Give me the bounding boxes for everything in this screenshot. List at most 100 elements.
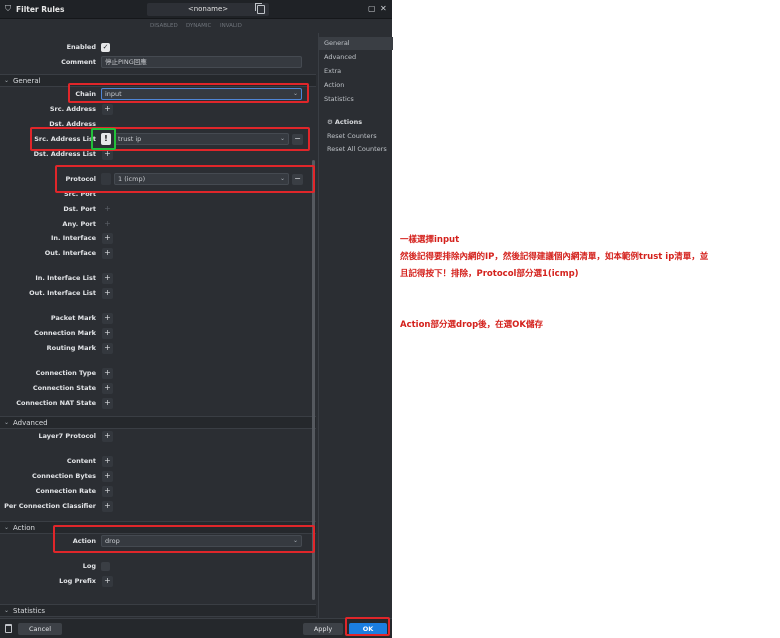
layer7-row: Layer7 Protocol + <box>0 430 316 444</box>
content-label: Content <box>66 457 96 465</box>
out-interface-list-row: Out. Interface List + <box>0 287 316 301</box>
connection-type-label: Connection Type <box>35 369 96 377</box>
copy-icon[interactable] <box>255 3 265 14</box>
highlight-protocol <box>55 165 315 193</box>
rule-name: <noname> <box>187 5 229 13</box>
add-content-button[interactable]: + <box>102 456 113 467</box>
actions-icon: ⚙ <box>327 118 333 126</box>
section-statistics[interactable]: ⌄ Statistics <box>0 604 316 617</box>
title-bar: ⛉ Filter Rules <noname> ▢ ✕ <box>0 0 392 19</box>
comment-label: Comment <box>61 58 96 66</box>
status-disabled: DISABLED <box>150 23 178 29</box>
section-statistics-title: Statistics <box>13 607 45 615</box>
add-per-connection-classifier-button[interactable]: + <box>102 501 113 512</box>
section-general-title: General <box>13 77 41 85</box>
enabled-checkbox[interactable]: ✓ <box>101 43 110 52</box>
per-connection-classifier-row: Per Connection Classifier + <box>0 500 316 514</box>
filter-icon: ⛉ <box>5 4 11 13</box>
cancel-button[interactable]: Cancel <box>18 623 62 635</box>
any-port-row: Any. Port + <box>0 218 316 232</box>
packet-mark-row: Packet Mark + <box>0 312 316 326</box>
enabled-label: Enabled <box>66 43 96 51</box>
log-label: Log <box>82 562 96 570</box>
connection-rate-label: Connection Rate <box>35 487 96 495</box>
log-checkbox[interactable] <box>101 562 110 571</box>
add-connection-rate-button[interactable]: + <box>102 486 113 497</box>
out-interface-label: Out. Interface <box>44 249 96 257</box>
enabled-row: Enabled ✓ <box>0 41 316 55</box>
add-routing-mark-button[interactable]: + <box>102 343 113 354</box>
log-row: Log <box>0 560 316 574</box>
section-action-title: Action <box>13 524 35 532</box>
dst-port-label: Dst. Port <box>63 205 96 213</box>
in-interface-row: In. Interface + <box>0 232 316 246</box>
connection-bytes-label: Connection Bytes <box>31 472 96 480</box>
annotation-line-2: 然後記得要排除內網的IP，然後記得建議個內網清單，如本範例trust ip清單，… <box>400 252 709 262</box>
connection-state-label: Connection State <box>32 384 96 392</box>
add-connection-mark-button[interactable]: + <box>102 328 113 339</box>
sidebar-item-general[interactable]: General <box>319 37 393 50</box>
comment-field[interactable]: 停止PING回應 <box>101 56 302 68</box>
close-icon[interactable]: ✕ <box>380 4 387 13</box>
annotation-line-4: Action部分選drop後，在選OK儲存 <box>400 320 543 330</box>
annotation-line-1: 一樣選擇input <box>400 235 460 245</box>
add-any-port-button[interactable]: + <box>102 219 113 230</box>
add-src-address-button[interactable]: + <box>102 104 113 115</box>
sidebar-item-statistics[interactable]: Statistics <box>319 93 393 106</box>
chevron-down-icon: ⌄ <box>4 607 10 614</box>
sidebar-item-advanced[interactable]: Advanced <box>319 51 393 64</box>
comment-row: Comment 停止PING回應 <box>0 56 316 70</box>
rule-name-field[interactable]: <noname> <box>147 3 269 16</box>
sidebar: General Advanced Extra Action Statistics… <box>318 33 393 618</box>
reset-counters-link[interactable]: Reset Counters <box>327 132 377 140</box>
in-interface-label: In. Interface <box>50 234 96 242</box>
highlight-action <box>53 525 315 553</box>
in-interface-list-label: In. Interface List <box>35 274 96 282</box>
add-connection-bytes-button[interactable]: + <box>102 471 113 482</box>
add-connection-type-button[interactable]: + <box>102 368 113 379</box>
dst-address-list-label: Dst. Address List <box>33 150 96 158</box>
section-advanced-title: Advanced <box>13 419 48 427</box>
connection-mark-row: Connection Mark + <box>0 327 316 341</box>
src-address-row: Src. Address + <box>0 103 316 117</box>
actions-header: ⚙ Actions <box>327 118 362 126</box>
in-interface-list-row: In. Interface List + <box>0 272 316 286</box>
layer7-label: Layer7 Protocol <box>38 432 96 440</box>
log-prefix-label: Log Prefix <box>59 577 96 585</box>
connection-bytes-row: Connection Bytes + <box>0 470 316 484</box>
comment-value: 停止PING回應 <box>105 58 147 66</box>
sidebar-item-action[interactable]: Action <box>319 79 393 92</box>
add-in-interface-list-button[interactable]: + <box>102 273 113 284</box>
connection-nat-state-label: Connection NAT State <box>16 399 96 407</box>
out-interface-row: Out. Interface + <box>0 247 316 261</box>
add-packet-mark-button[interactable]: + <box>102 313 113 324</box>
content-row: Content + <box>0 455 316 469</box>
any-port-label: Any. Port <box>62 220 96 228</box>
out-interface-list-label: Out. Interface List <box>29 289 96 297</box>
chevron-down-icon: ⌄ <box>4 419 10 426</box>
dst-port-row: Dst. Port + <box>0 203 316 217</box>
add-log-prefix-button[interactable]: + <box>102 576 113 587</box>
add-in-interface-button[interactable]: + <box>102 233 113 244</box>
status-invalid: INVALID <box>220 23 242 29</box>
reset-all-counters-link[interactable]: Reset All Counters <box>327 145 387 153</box>
add-layer7-button[interactable]: + <box>102 431 113 442</box>
connection-state-row: Connection State + <box>0 382 316 396</box>
highlight-invert <box>91 128 116 150</box>
add-out-interface-button[interactable]: + <box>102 248 113 259</box>
add-dst-port-button[interactable]: + <box>102 204 113 215</box>
chevron-down-icon: ⌄ <box>4 77 10 84</box>
trash-icon[interactable] <box>5 624 12 633</box>
annotation-line-3: 且記得按下！排除，Protocol部分選1(icmp) <box>400 269 579 279</box>
packet-mark-label: Packet Mark <box>50 314 96 322</box>
maximize-icon[interactable]: ▢ <box>368 4 376 13</box>
highlight-src-address-list <box>30 127 310 151</box>
log-prefix-row: Log Prefix + <box>0 575 316 589</box>
section-advanced[interactable]: ⌄ Advanced <box>0 416 316 429</box>
apply-button[interactable]: Apply <box>303 623 343 635</box>
status-row: DISABLED DYNAMIC INVALID <box>0 19 392 33</box>
add-out-interface-list-button[interactable]: + <box>102 288 113 299</box>
add-connection-nat-state-button[interactable]: + <box>102 398 113 409</box>
sidebar-item-extra[interactable]: Extra <box>319 65 393 78</box>
add-connection-state-button[interactable]: + <box>102 383 113 394</box>
